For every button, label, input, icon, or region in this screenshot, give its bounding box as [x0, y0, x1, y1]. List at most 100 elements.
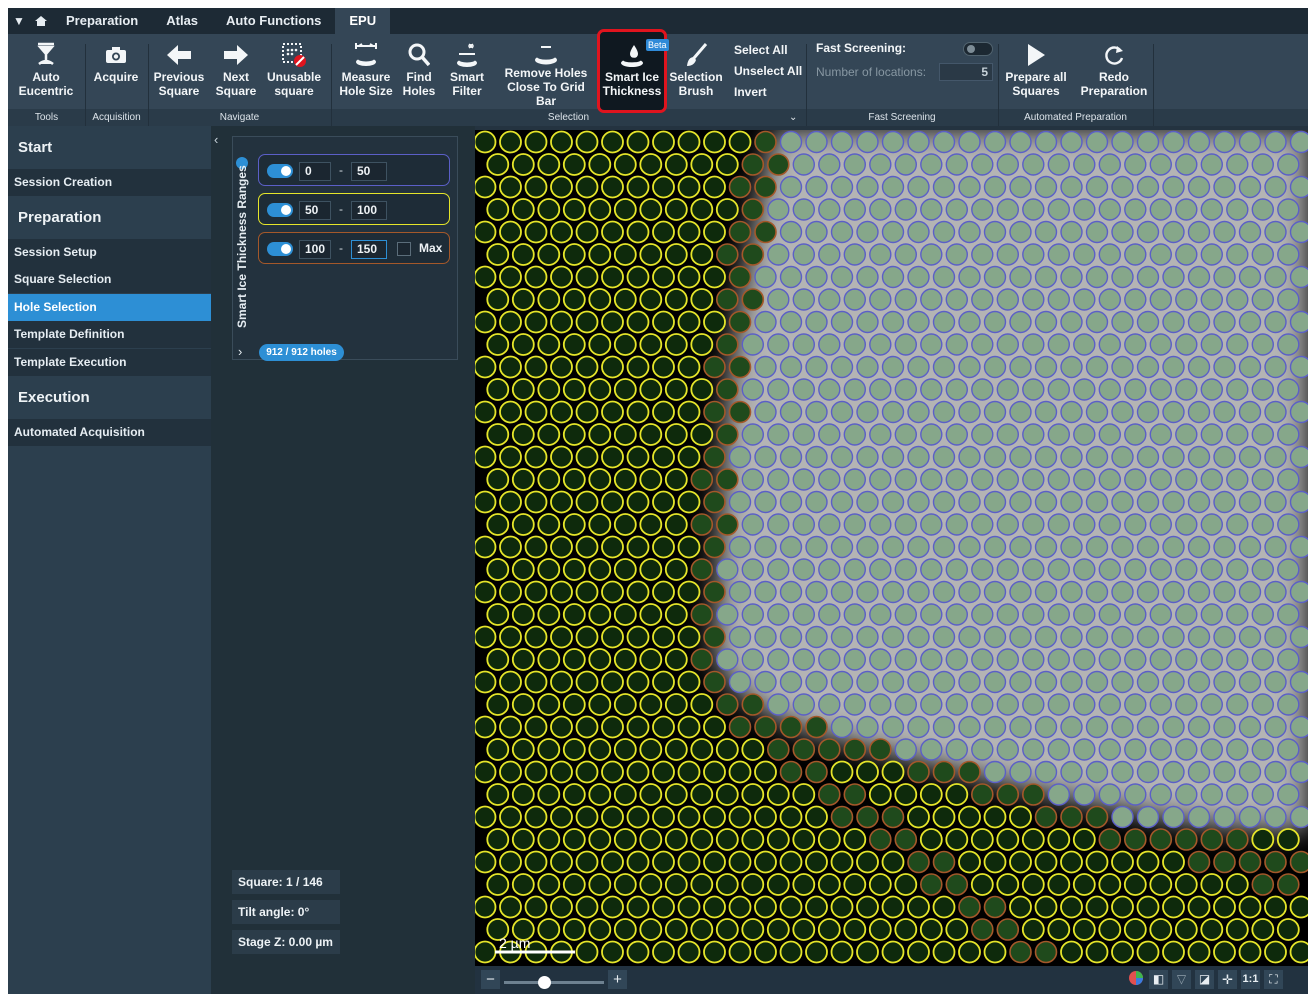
number-of-locations-input[interactable]: 5 — [939, 63, 993, 81]
hole[interactable] — [626, 220, 650, 244]
hole[interactable] — [869, 243, 892, 266]
hole[interactable] — [920, 288, 943, 311]
hole[interactable] — [843, 693, 866, 716]
hole[interactable] — [537, 603, 561, 626]
hole[interactable] — [550, 760, 573, 784]
hole[interactable] — [1213, 895, 1236, 919]
hole[interactable] — [626, 805, 650, 829]
hole[interactable] — [792, 603, 815, 626]
hole[interactable] — [920, 423, 943, 446]
hole[interactable] — [983, 625, 1007, 649]
hole[interactable] — [1175, 153, 1198, 176]
hole[interactable] — [970, 828, 994, 851]
hole[interactable] — [1200, 558, 1223, 581]
hole[interactable] — [1238, 670, 1262, 694]
hole[interactable] — [677, 940, 701, 964]
ice-range-toggle-2[interactable] — [267, 203, 293, 217]
hole[interactable] — [843, 198, 866, 221]
hole[interactable] — [958, 625, 981, 649]
hole[interactable] — [601, 940, 624, 964]
hole[interactable] — [894, 198, 917, 221]
hole[interactable] — [932, 805, 956, 829]
hole[interactable] — [1200, 423, 1223, 446]
hole[interactable] — [652, 850, 675, 874]
hole[interactable] — [1111, 175, 1134, 199]
hole[interactable] — [1073, 468, 1096, 491]
hole[interactable] — [1213, 220, 1236, 244]
hole[interactable] — [1085, 760, 1109, 784]
hole[interactable] — [856, 130, 879, 154]
hole[interactable] — [575, 805, 599, 829]
hole[interactable] — [715, 783, 739, 806]
hole[interactable] — [1213, 940, 1236, 964]
hole[interactable] — [754, 760, 777, 784]
hole[interactable] — [754, 715, 777, 739]
hole[interactable] — [588, 693, 612, 716]
hole[interactable] — [703, 670, 726, 694]
overlay-icon[interactable]: ◧ — [1149, 970, 1168, 989]
hole[interactable] — [983, 265, 1007, 289]
hole[interactable] — [983, 670, 1007, 694]
hole[interactable] — [524, 445, 548, 469]
hole[interactable] — [664, 693, 688, 716]
hole[interactable] — [1124, 468, 1147, 491]
hole[interactable] — [715, 198, 739, 221]
hole[interactable] — [537, 333, 561, 356]
hole[interactable] — [664, 378, 688, 401]
hole[interactable] — [550, 175, 573, 199]
hole[interactable] — [499, 355, 522, 379]
hole[interactable] — [703, 805, 726, 829]
hole[interactable] — [562, 783, 586, 806]
hole[interactable] — [1136, 760, 1160, 784]
hole[interactable] — [1009, 850, 1032, 874]
hole[interactable] — [499, 265, 522, 289]
hole[interactable] — [971, 648, 994, 671]
hole[interactable] — [843, 738, 867, 761]
hole[interactable] — [1060, 445, 1083, 469]
hole[interactable] — [1213, 850, 1236, 874]
hole[interactable] — [958, 895, 981, 919]
hole[interactable] — [475, 760, 497, 784]
hole[interactable] — [690, 378, 714, 401]
hole[interactable] — [511, 153, 535, 176]
hole[interactable] — [1136, 895, 1160, 919]
hole[interactable] — [805, 355, 828, 379]
hole[interactable] — [1009, 805, 1032, 829]
zoom-slider[interactable] — [504, 976, 604, 989]
hole[interactable] — [716, 558, 739, 581]
hole[interactable] — [1213, 535, 1236, 559]
hole[interactable] — [1162, 715, 1185, 739]
hole[interactable] — [754, 400, 777, 424]
hole[interactable] — [881, 760, 905, 784]
hole[interactable] — [588, 468, 612, 491]
hole[interactable] — [830, 400, 854, 424]
hole[interactable] — [703, 310, 726, 334]
hole[interactable] — [524, 400, 548, 424]
hole[interactable] — [1098, 828, 1122, 851]
hole[interactable] — [524, 625, 548, 649]
hole[interactable] — [1200, 693, 1223, 716]
hole[interactable] — [1226, 603, 1249, 626]
hole[interactable] — [996, 513, 1019, 536]
hole[interactable] — [779, 805, 803, 829]
hole[interactable] — [894, 693, 917, 716]
hole[interactable] — [767, 648, 790, 671]
hole[interactable] — [920, 198, 943, 221]
hole[interactable] — [1111, 670, 1134, 694]
hole[interactable] — [1136, 580, 1160, 604]
hole[interactable] — [971, 243, 994, 266]
hole[interactable] — [983, 850, 1007, 874]
hole[interactable] — [958, 940, 981, 964]
hole[interactable] — [1200, 333, 1223, 356]
hole[interactable] — [1289, 625, 1308, 649]
hole[interactable] — [1047, 648, 1070, 671]
hole[interactable] — [971, 288, 994, 311]
hole[interactable] — [856, 445, 879, 469]
hole[interactable] — [856, 580, 879, 604]
hole[interactable] — [1085, 130, 1109, 154]
hole[interactable] — [983, 895, 1007, 919]
hole[interactable] — [945, 423, 968, 446]
hole[interactable] — [1098, 333, 1121, 356]
hole[interactable] — [626, 445, 650, 469]
hole[interactable] — [499, 445, 522, 469]
